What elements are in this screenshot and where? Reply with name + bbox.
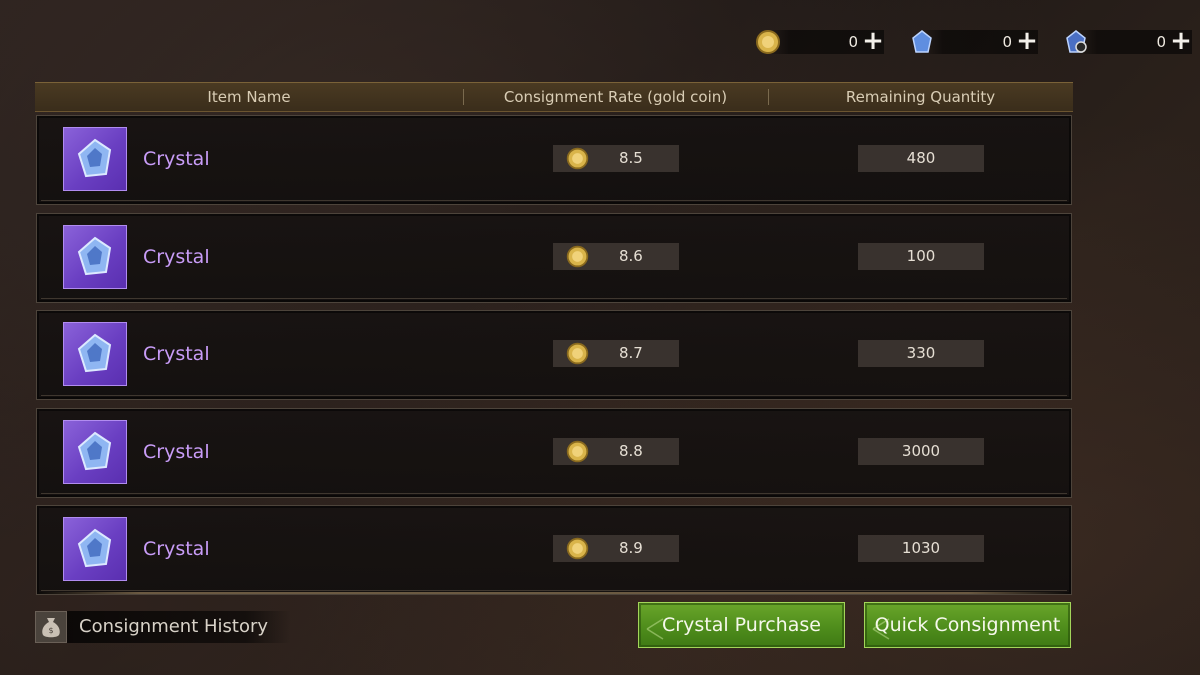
consignment-history-button[interactable]: $ Consignment History xyxy=(35,611,295,643)
quantity-value: 3000 xyxy=(858,437,984,465)
bound-crystal-value: 0 xyxy=(1156,33,1166,51)
add-crystal-button[interactable]: + xyxy=(1016,28,1038,56)
table-header: Item Name Consignment Rate (gold coin) R… xyxy=(35,82,1073,112)
currency-crystal: 0 + xyxy=(908,28,1044,56)
item-name: Crystal xyxy=(143,343,210,365)
crystal-item-icon xyxy=(63,322,127,386)
gold-value: 0 xyxy=(848,33,858,51)
quantity-value: 480 xyxy=(858,145,984,172)
gold-coin-icon xyxy=(565,536,590,565)
add-bound-crystal-button[interactable]: + xyxy=(1170,28,1192,56)
quantity-value: 1030 xyxy=(858,535,984,562)
rate-box: 8.9 xyxy=(553,535,679,562)
quick-consignment-label: Quick Consignment xyxy=(874,614,1061,636)
rate-value: 8.5 xyxy=(619,149,643,167)
quick-consignment-button[interactable]: Quick Consignment xyxy=(864,602,1071,648)
currency-bound-crystal: 0 + xyxy=(1062,28,1198,56)
svg-text:$: $ xyxy=(48,626,53,635)
gold-coin-icon xyxy=(565,244,590,273)
rate-value: 8.9 xyxy=(619,539,643,557)
divider xyxy=(36,592,1072,594)
rate-value: 8.6 xyxy=(619,246,643,265)
crystal-item-icon xyxy=(63,224,127,289)
rate-box: 8.8 xyxy=(553,437,679,468)
sparkle-icon xyxy=(645,613,665,640)
table-row[interactable]: Crystal 8.7 330 xyxy=(36,310,1072,400)
rate-box: 8.5 xyxy=(553,145,679,172)
header-consignment-rate: Consignment Rate (gold coin) xyxy=(463,83,768,111)
gold-coin-icon xyxy=(565,341,590,370)
crystal-value: 0 xyxy=(1002,33,1012,51)
sparkle-icon xyxy=(871,613,891,640)
bound-crystal-icon xyxy=(1062,28,1090,56)
table-row[interactable]: Crystal 8.8 3000 xyxy=(36,407,1072,498)
rate-value: 8.7 xyxy=(619,344,643,362)
quantity-value: 330 xyxy=(858,340,984,367)
gold-coin-icon xyxy=(754,28,782,56)
money-bag-icon: $ xyxy=(35,611,67,643)
gold-coin-icon xyxy=(565,439,590,468)
gold-coin-icon xyxy=(565,146,590,175)
header-item-name: Item Name xyxy=(207,88,291,106)
rate-value: 8.8 xyxy=(619,441,643,460)
consignment-history-label: Consignment History xyxy=(67,611,291,643)
quantity-value: 100 xyxy=(858,242,984,270)
crystal-item-icon xyxy=(63,127,127,191)
table-row[interactable]: Crystal 8.9 1030 xyxy=(36,505,1072,595)
rate-box: 8.7 xyxy=(553,340,679,367)
table-row[interactable]: Crystal 8.5 480 xyxy=(36,115,1072,205)
add-gold-button[interactable]: + xyxy=(862,28,884,56)
crystal-icon xyxy=(908,28,936,56)
header-remaining-quantity: Remaining Quantity xyxy=(768,83,1073,111)
crystal-item-icon xyxy=(63,419,127,484)
item-name: Crystal xyxy=(143,245,210,268)
rate-box: 8.6 xyxy=(553,242,679,273)
item-name: Crystal xyxy=(143,148,210,170)
crystal-item-icon xyxy=(63,517,127,581)
item-name: Crystal xyxy=(143,538,210,560)
crystal-purchase-button[interactable]: Crystal Purchase xyxy=(638,602,845,648)
crystal-purchase-label: Crystal Purchase xyxy=(662,614,821,636)
item-name: Crystal xyxy=(143,440,210,463)
currency-gold: 0 + xyxy=(754,28,890,56)
table-row[interactable]: Crystal 8.6 100 xyxy=(36,212,1072,303)
consignment-list: Crystal 8.5 480 Crystal 8.6 100 Crystal … xyxy=(36,115,1072,603)
